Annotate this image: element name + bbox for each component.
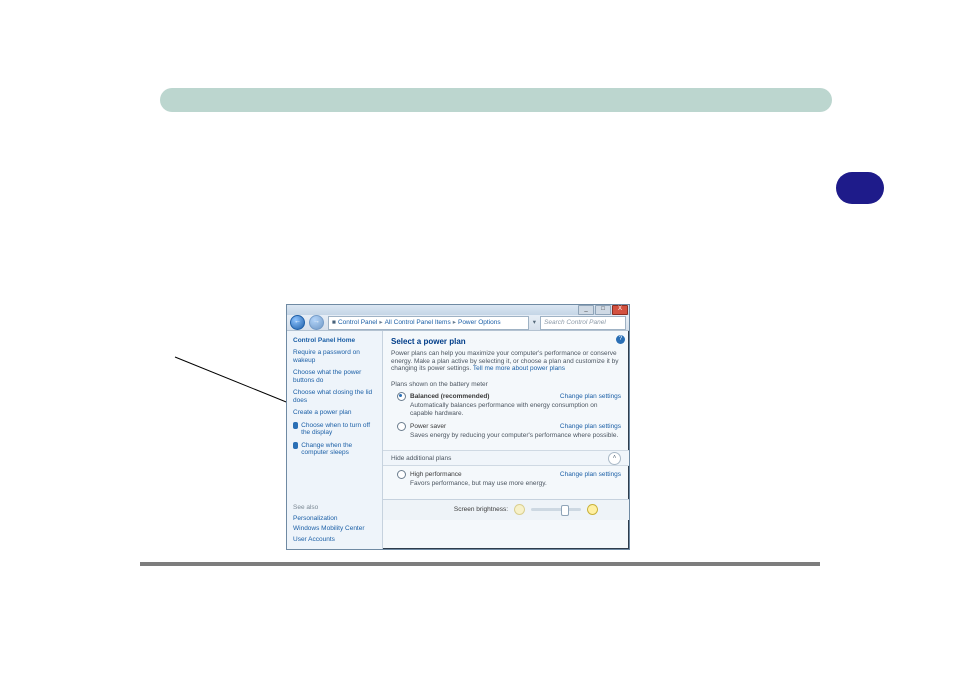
window-titlebar: _ □ X [287,305,629,315]
sidebar-link-power-buttons[interactable]: Choose what the power buttons do [293,369,376,384]
collapse-icon[interactable]: ˄ [608,452,621,465]
plans-shown-header: Plans shown on the battery meter [391,381,621,388]
learn-more-link[interactable]: Tell me more about power plans [473,365,565,372]
forward-button[interactable]: → [309,315,324,330]
sun-bright-icon [587,504,598,515]
breadcrumb[interactable]: ■ Control Panel▸ All Control Panel Items… [328,316,529,330]
sidebar-link-computer-sleeps[interactable]: Change when the computer sleeps [293,442,376,457]
search-placeholder: Search Control Panel [544,319,606,326]
plan-name: Balanced (recommended) [410,393,489,400]
change-plan-settings-link[interactable]: Change plan settings [560,423,621,430]
page-footer-rule [140,562,820,566]
see-also-section: See also Personalization Windows Mobilit… [293,504,376,543]
plan-desc: Favors performance, but may use more ene… [410,480,621,487]
control-panel-home-link[interactable]: Control Panel Home [293,337,376,344]
see-also-personalization[interactable]: Personalization [293,515,376,522]
main-panel: ? Select a power plan Power plans can he… [383,331,629,549]
intro-text: Power plans can help you maximize your c… [391,350,621,372]
radio-high-performance[interactable] [397,470,406,479]
sidebar: Control Panel Home Require a password on… [287,331,383,549]
brightness-bar: Screen brightness: [383,499,629,520]
plan-name: Power saver [410,423,446,430]
sidebar-link-closing-lid[interactable]: Choose what closing the lid does [293,389,376,404]
see-also-mobility-center[interactable]: Windows Mobility Center [293,525,376,532]
breadcrumb-item[interactable]: Power Options [458,319,501,326]
breadcrumb-item[interactable]: All Control Panel Items [385,319,451,326]
change-plan-settings-link[interactable]: Change plan settings [560,393,621,400]
breadcrumb-item[interactable]: Control Panel [338,319,377,326]
address-bar: ← → ■ Control Panel▸ All Control Panel I… [287,315,629,331]
brightness-label: Screen brightness: [454,506,508,513]
close-button[interactable]: X [612,305,628,315]
hide-additional-plans-bar[interactable]: Hide additional plans ˄ [383,450,629,466]
plan-name: High performance [410,471,462,478]
maximize-button[interactable]: □ [595,305,611,315]
plan-desc: Automatically balances performance with … [410,402,621,417]
help-icon[interactable]: ? [616,335,625,344]
sidebar-link-turn-off-display[interactable]: Choose when to turn off the display [293,422,376,437]
shield-icon [293,442,298,449]
sidebar-link-require-password[interactable]: Require a password on wakeup [293,349,376,364]
search-input[interactable]: Search Control Panel [540,316,626,330]
see-also-header: See also [293,504,376,511]
radio-balanced[interactable] [397,392,406,401]
minimize-button[interactable]: _ [578,305,594,315]
page-title: Select a power plan [391,337,621,346]
radio-power-saver[interactable] [397,422,406,431]
see-also-user-accounts[interactable]: User Accounts [293,536,376,543]
decorative-band [160,88,832,112]
plan-power-saver: Power saver Change plan settings Saves e… [397,422,621,439]
sun-dim-icon [514,504,525,515]
decorative-pill [836,172,884,204]
sidebar-link-create-plan[interactable]: Create a power plan [293,409,376,416]
shield-icon [293,422,298,429]
change-plan-settings-link[interactable]: Change plan settings [560,471,621,478]
back-button[interactable]: ← [290,315,305,330]
power-options-window: _ □ X ← → ■ Control Panel▸ All Control P… [286,304,630,550]
plan-desc: Saves energy by reducing your computer's… [410,432,621,439]
plan-balanced: Balanced (recommended) Change plan setti… [397,392,621,417]
plan-high-performance: High performance Change plan settings Fa… [397,470,621,487]
brightness-slider[interactable] [531,508,581,511]
